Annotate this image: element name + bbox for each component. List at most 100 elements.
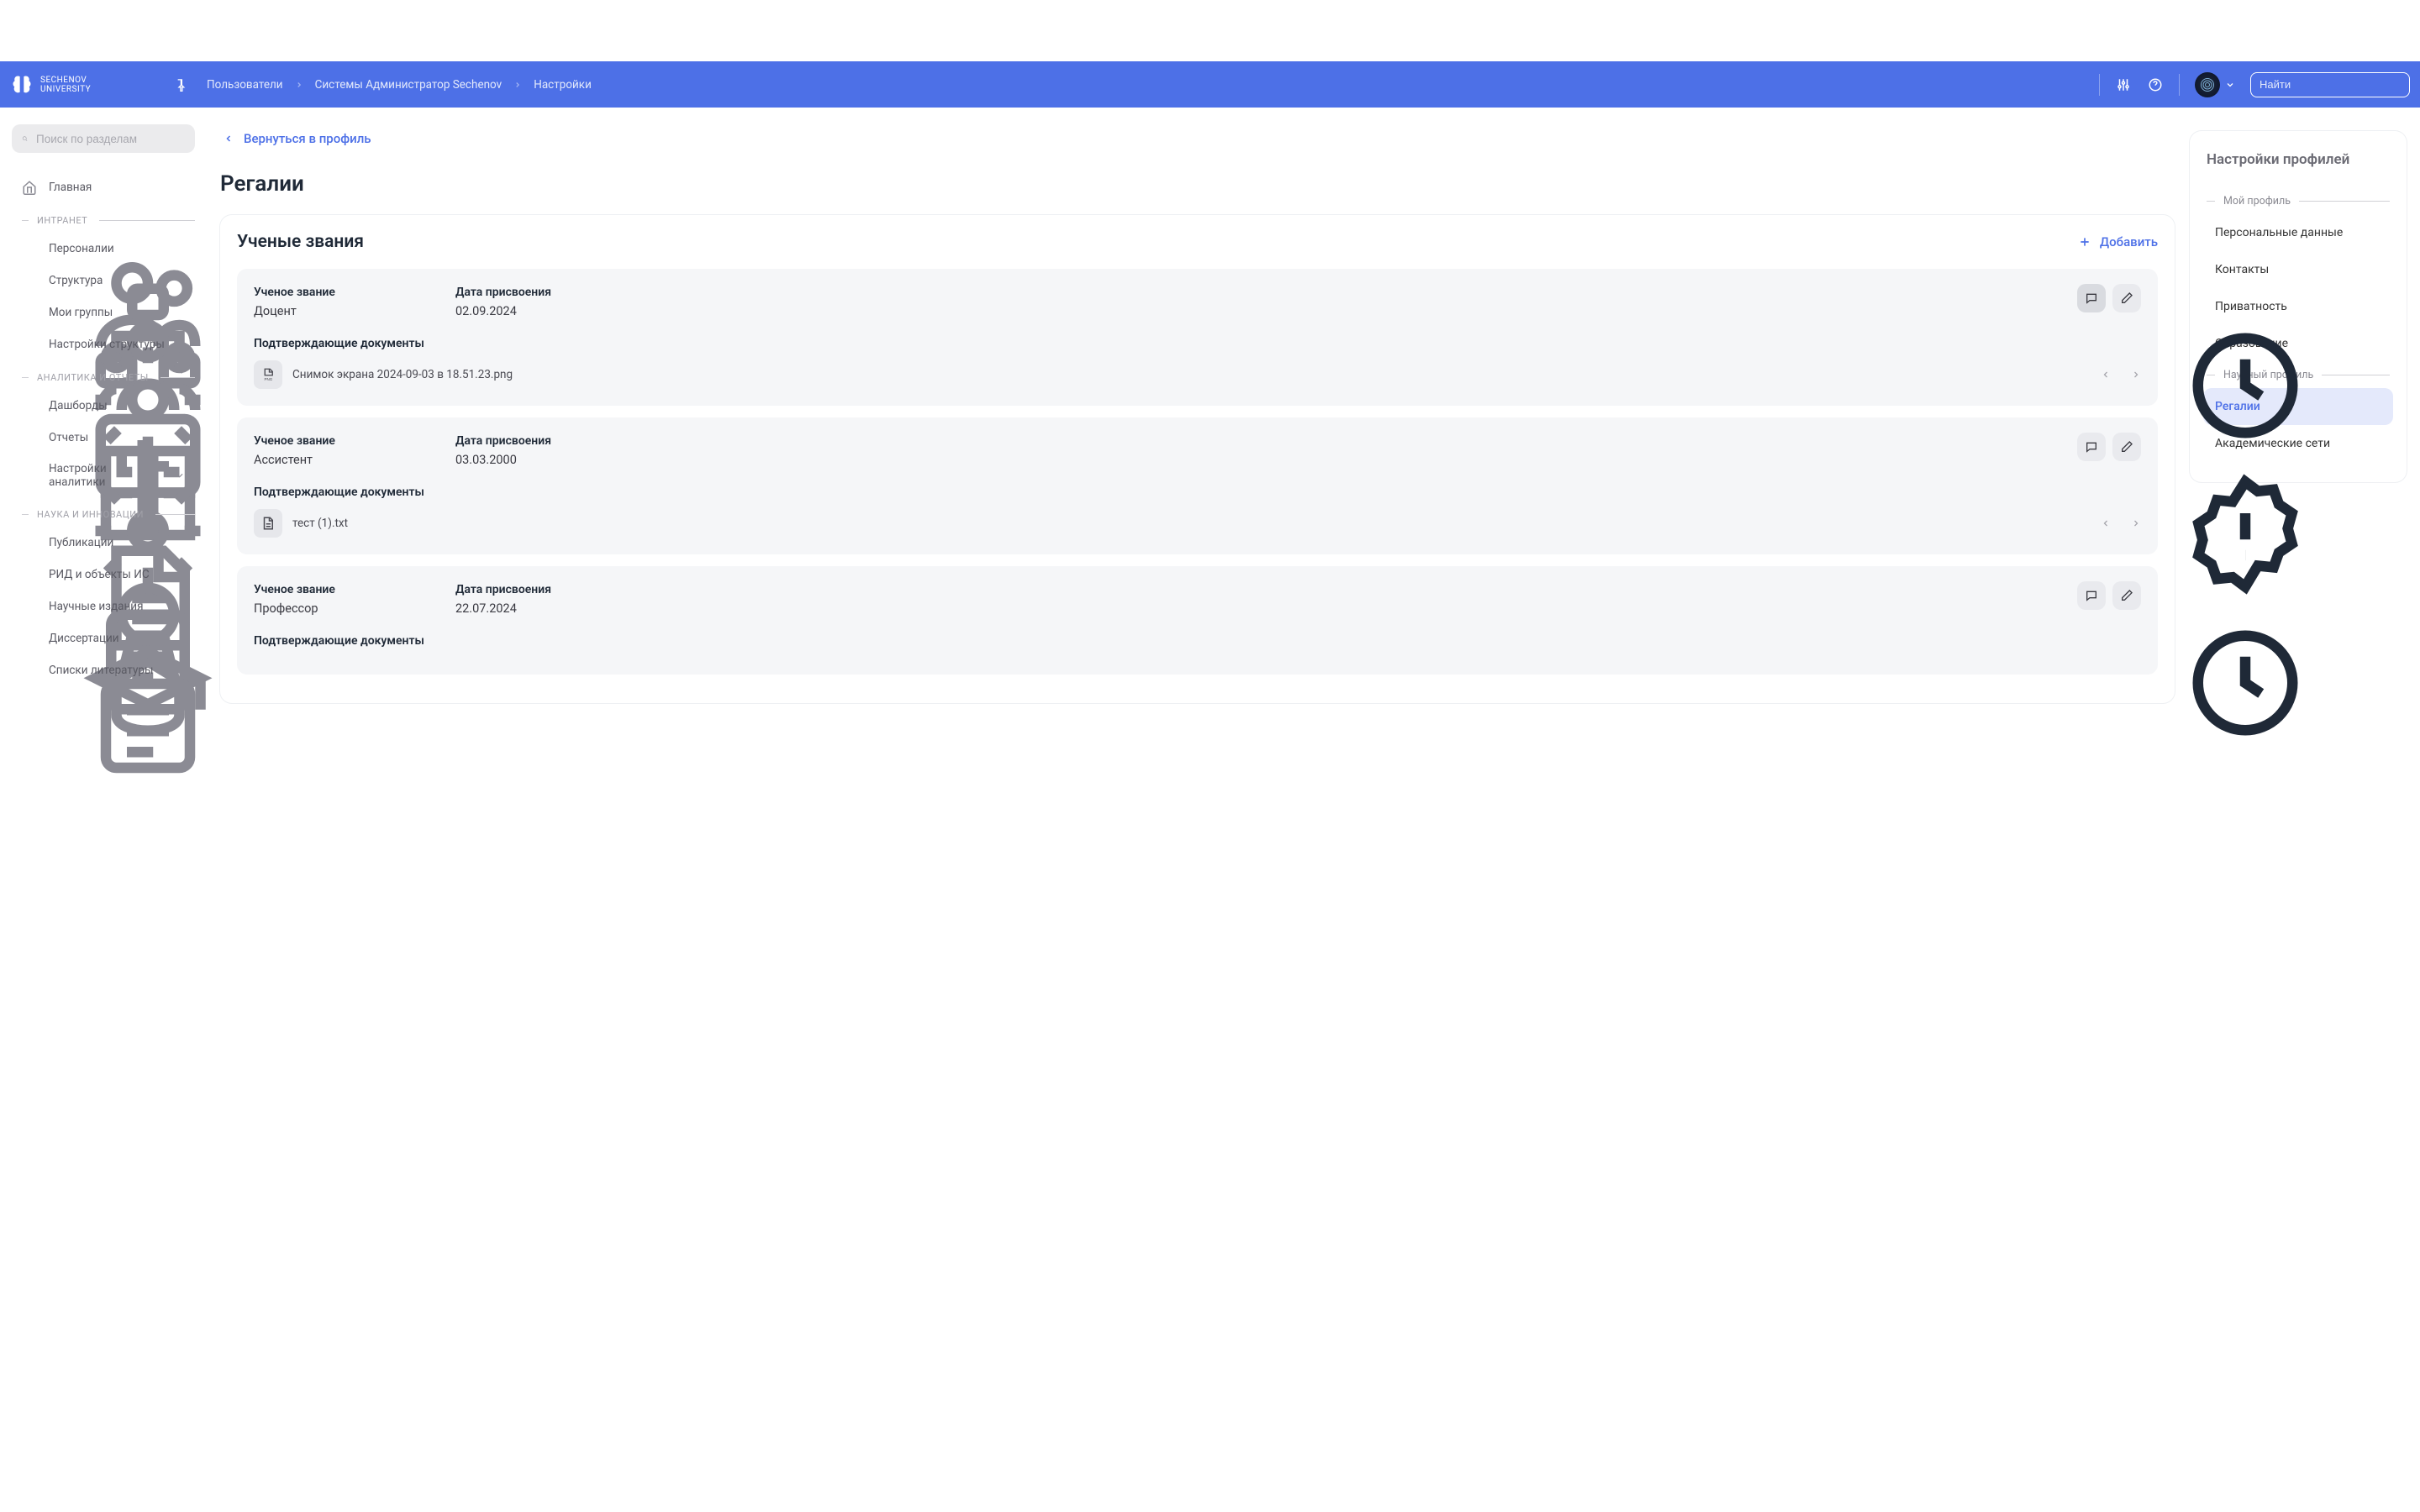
section-title: Ученые звания xyxy=(237,232,364,252)
title-field-label: Ученое звание xyxy=(254,286,455,299)
comment-button[interactable] xyxy=(2077,581,2106,610)
title-value: Ассистент xyxy=(254,453,455,467)
settings-panel-title: Настройки профилей xyxy=(2203,151,2393,168)
title-field-label: Ученое звание xyxy=(254,434,455,448)
status-indicator xyxy=(2119,471,2138,490)
sidebar-item-label: Мои группы xyxy=(49,306,113,319)
title-field-label: Ученое звание xyxy=(254,583,455,596)
sidebar-item-label: Диссертации xyxy=(49,632,119,645)
logo[interactable]: SECHENOV UNIVERSITY xyxy=(10,73,170,97)
comment-icon xyxy=(2085,440,2098,454)
date-value: 22.07.2024 xyxy=(455,601,2141,616)
settings-item[interactable]: Приватность xyxy=(2203,288,2393,325)
back-link-label: Вернуться в профиль xyxy=(244,131,371,146)
sidebar-item-label: Списки литературы xyxy=(49,664,153,677)
back-to-profile-link[interactable]: Вернуться в профиль xyxy=(220,131,2175,146)
title-value: Доцент xyxy=(254,304,455,318)
status-indicator xyxy=(2119,323,2138,341)
chevron-right-icon xyxy=(295,81,303,89)
breadcrumb-item: Настройки xyxy=(534,78,592,92)
edit-button[interactable] xyxy=(2112,433,2141,461)
sidebar-item-label: Отчеты xyxy=(49,431,88,444)
sidebar-item-label: Научные издания xyxy=(49,600,144,613)
comment-icon xyxy=(2085,291,2098,305)
settings-group-header: Мой профиль xyxy=(2203,188,2393,214)
brain-logo-icon xyxy=(10,73,34,97)
breadcrumb-item[interactable]: Пользователи xyxy=(207,78,283,92)
breadcrumb: Пользователи Системы Администратор Seche… xyxy=(207,78,592,92)
chevron-right-icon xyxy=(513,81,522,89)
breadcrumb-item[interactable]: Системы Администратор Sechenov xyxy=(315,78,502,92)
sidebar-item-label: Дашборды xyxy=(49,399,108,412)
app-header: SECHENOV UNIVERSITY Пользователи Системы… xyxy=(0,61,2420,108)
page-title: Регалии xyxy=(220,171,2175,197)
sidebar-search[interactable] xyxy=(12,124,195,153)
document-name[interactable]: Снимок экрана 2024-09-03 в 18.51.23.png xyxy=(292,368,513,381)
docs-section-label: Подтверждающие документы xyxy=(254,634,2141,648)
date-value: 03.03.2000 xyxy=(455,453,2141,467)
date-field-label: Дата присвоения xyxy=(455,583,2141,596)
logo-text: SECHENOV UNIVERSITY xyxy=(40,76,91,94)
help-icon xyxy=(2148,77,2163,92)
title-value: Профессор xyxy=(254,601,455,616)
edit-icon xyxy=(2120,589,2133,602)
edit-icon xyxy=(2120,291,2133,305)
sidebar-search-input[interactable] xyxy=(36,133,185,145)
search-icon xyxy=(22,132,28,145)
clock-icon xyxy=(2119,620,2371,746)
academic-title-card: Ученое звание Ассистент Дата присвоения … xyxy=(237,417,2158,554)
settings-item[interactable]: Персональные данные xyxy=(2203,214,2393,251)
settings-item[interactable]: Контакты xyxy=(2203,251,2393,288)
comment-button[interactable] xyxy=(2077,433,2106,461)
home-icon xyxy=(22,180,37,195)
help-button[interactable] xyxy=(2147,76,2164,93)
sidebar-item-label: Настройки аналитики xyxy=(49,462,162,489)
academic-title-card: Ученое звание Доцент Дата присвоения 02.… xyxy=(237,269,2158,406)
edit-icon xyxy=(2120,440,2133,454)
chevron-left-icon xyxy=(2101,518,2111,528)
sidebar: Главная ИНТРАНЕТ Персоналии Структура Мои г… xyxy=(0,108,207,703)
chevron-left-icon xyxy=(224,134,234,144)
document-row: Снимок экрана 2024-09-03 в 18.51.23.png xyxy=(254,360,2141,389)
doc-prev-button[interactable] xyxy=(2101,370,2111,380)
add-label: Добавить xyxy=(2100,234,2158,249)
chevron-down-icon xyxy=(174,470,186,481)
avatar xyxy=(2195,72,2220,97)
doc-prev-button[interactable] xyxy=(2101,518,2111,528)
settings-sliders-button[interactable] xyxy=(2115,76,2132,93)
sidebar-item-label: Настройки структуры xyxy=(49,338,165,351)
plus-icon xyxy=(2078,235,2091,249)
user-menu[interactable] xyxy=(2195,72,2235,97)
date-field-label: Дата присвоения xyxy=(455,286,2141,299)
fingerprint-icon xyxy=(2199,76,2216,93)
edit-button[interactable] xyxy=(2112,581,2141,610)
sidebar-item-label: Структура xyxy=(49,274,103,287)
chevron-down-icon xyxy=(2225,80,2235,90)
add-title-button[interactable]: Добавить xyxy=(2078,234,2158,249)
document-row: тест (1).txt xyxy=(254,509,2141,538)
document-name[interactable]: тест (1).txt xyxy=(292,517,348,530)
sidebar-item[interactable]: Персоналии xyxy=(12,233,195,265)
pin-toggle[interactable] xyxy=(170,75,190,95)
comment-button[interactable] xyxy=(2077,284,2106,312)
search-input[interactable] xyxy=(2260,78,2407,91)
comment-icon xyxy=(2085,589,2098,602)
date-value: 02.09.2024 xyxy=(455,304,2141,318)
titles-panel: Ученые звания Добавить Ученое звание Доц… xyxy=(220,215,2175,703)
edit-button[interactable] xyxy=(2112,284,2141,312)
sidebar-item-label: Персоналии xyxy=(49,242,114,255)
academic-title-card: Ученое звание Профессор Дата присвоения … xyxy=(237,566,2158,675)
sidebar-item-label: Публикации xyxy=(49,536,113,549)
clock-icon xyxy=(2119,323,2371,449)
docs-section-label: Подтверждающие документы xyxy=(254,337,2141,350)
pin-icon xyxy=(173,78,187,92)
sidebar-item-home[interactable]: Главная xyxy=(12,171,195,203)
file-txt-icon xyxy=(260,516,276,531)
sidebar-section-header: ИНТРАНЕТ xyxy=(12,203,195,233)
file-icon-box xyxy=(254,360,282,389)
global-search[interactable] xyxy=(2250,72,2410,97)
chevron-left-icon xyxy=(2101,370,2111,380)
status-indicator xyxy=(2119,620,2138,638)
badge-seal-icon xyxy=(2119,471,2371,597)
file-icon-box xyxy=(254,509,282,538)
